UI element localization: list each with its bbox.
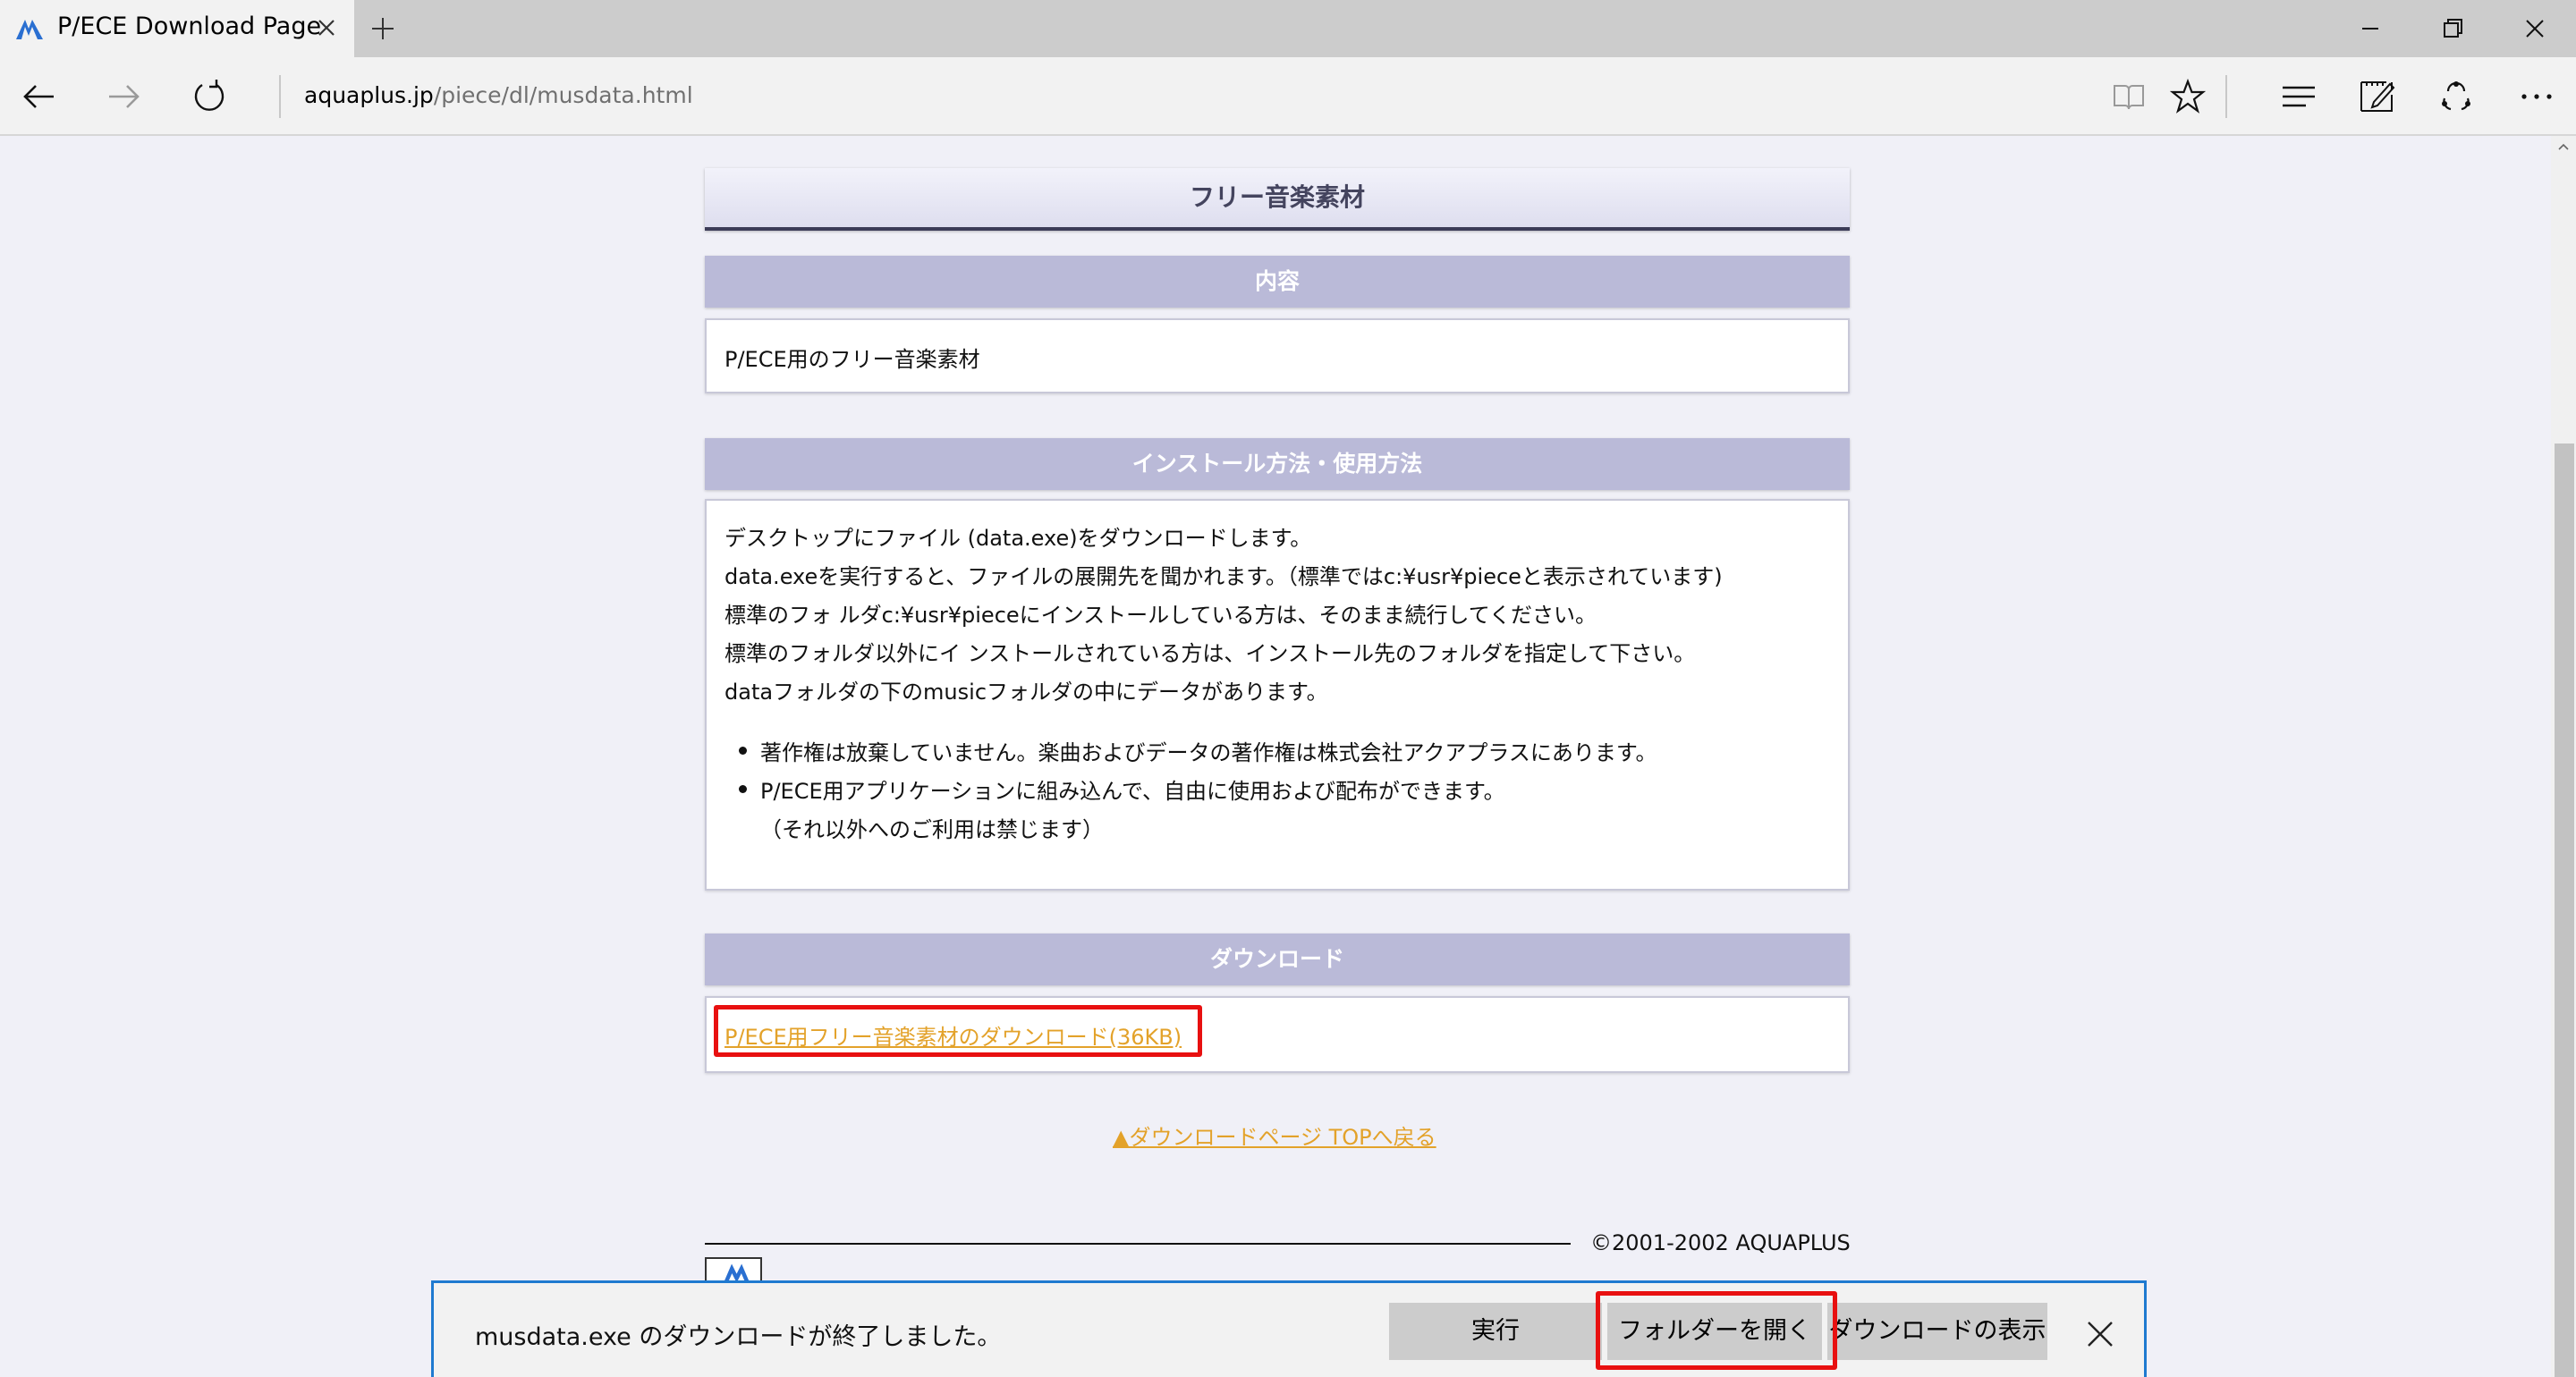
section-heading-content: 内容 [705, 256, 1850, 308]
tab-bar: P/ECE Download Page [0, 0, 2576, 57]
install-line-2: data.exeを実行すると、ファイルの展開先を聞かれます。（標準ではc:¥us… [724, 564, 1723, 589]
copyright-text: ©2001-2002 AQUAPLUS [1590, 1230, 1851, 1255]
toolbar-separator [2225, 75, 2227, 118]
bullet-dot [739, 785, 747, 793]
install-line-4: 標準のフォルダ以外にイ ンストールされている方は、インストール先のフォルダを指定… [724, 641, 1696, 666]
forward-arrow-icon[interactable] [104, 77, 143, 116]
web-note-icon[interactable] [2358, 77, 2397, 116]
browser-tab[interactable]: P/ECE Download Page [0, 0, 354, 57]
refresh-icon[interactable] [190, 77, 229, 116]
url-field[interactable]: aquaplus.jp/piece/dl/musdata.html [304, 82, 693, 108]
page-title: フリー音楽素材 [705, 168, 1850, 231]
new-tab-icon[interactable] [367, 13, 399, 45]
favorite-star-icon[interactable] [2168, 77, 2207, 116]
back-to-top-link[interactable]: ▲ダウンロードページ TOPへ戻る [1113, 1119, 1436, 1151]
scroll-up-arrow-icon[interactable] [2558, 143, 2569, 150]
install-note: （それ以外へのご利用は禁じます） [760, 817, 1104, 842]
run-button[interactable]: 実行 [1389, 1303, 1602, 1360]
section-heading-download: ダウンロード [705, 933, 1850, 985]
view-downloads-button[interactable]: ダウンロードの表示 [1827, 1303, 2047, 1360]
url-host: aquaplus.jp [304, 82, 434, 108]
install-line-3: 標準のフォ ルダc:¥usr¥pieceにインストールしている方は、そのまま続行… [724, 603, 1597, 628]
share-icon[interactable] [2436, 77, 2476, 116]
close-icon[interactable] [2085, 1319, 2115, 1349]
more-options-icon[interactable] [2517, 77, 2556, 116]
section-box-install: デスクトップにファイル (data.exe)をダウンロードします。 data.e… [705, 499, 1850, 891]
install-bullet-2: P/ECE用アプリケーションに組み込んで、自由に使用および配布ができます。 [760, 779, 1505, 804]
install-bullet-1: 著作権は放棄していません。楽曲およびデータの著作権は株式会社アクアプラスにありま… [760, 740, 1657, 765]
window-close-icon[interactable] [2519, 13, 2551, 45]
highlight-box [1596, 1291, 1837, 1370]
hub-icon[interactable] [2279, 77, 2318, 116]
install-line-5: dataフォルダの下のmusicフォルダの中にデータがあります。 [724, 680, 1328, 705]
footer-divider [705, 1243, 1571, 1245]
close-tab-icon[interactable] [313, 14, 340, 41]
restore-icon[interactable] [2436, 13, 2469, 45]
section-heading-install: インストール方法・使用方法 [705, 438, 1850, 490]
url-path: /piece/dl/musdata.html [433, 82, 693, 108]
address-bar: aquaplus.jp/piece/dl/musdata.html [0, 57, 2576, 136]
tab-title: P/ECE Download Page [57, 13, 322, 40]
download-notification-bar: musdata.exe のダウンロードが終了しました。 実行 フォルダーを開く … [431, 1280, 2147, 1377]
back-arrow-icon[interactable] [20, 77, 59, 116]
download-complete-message: musdata.exe のダウンロードが終了しました。 [475, 1323, 1002, 1351]
url-separator [279, 75, 281, 118]
content-description: P/ECE用のフリー音楽素材 [724, 347, 980, 372]
scrollbar-thumb[interactable] [2555, 444, 2574, 1377]
bullet-dot [739, 747, 747, 755]
minimize-icon[interactable] [2354, 13, 2386, 45]
section-box-content: P/ECE用のフリー音楽素材 [705, 318, 1850, 393]
highlight-box [714, 1005, 1202, 1057]
aquaplus-favicon-icon [16, 20, 43, 39]
reading-view-icon[interactable] [2109, 77, 2148, 116]
install-line-1: デスクトップにファイル (data.exe)をダウンロードします。 [724, 526, 1312, 551]
